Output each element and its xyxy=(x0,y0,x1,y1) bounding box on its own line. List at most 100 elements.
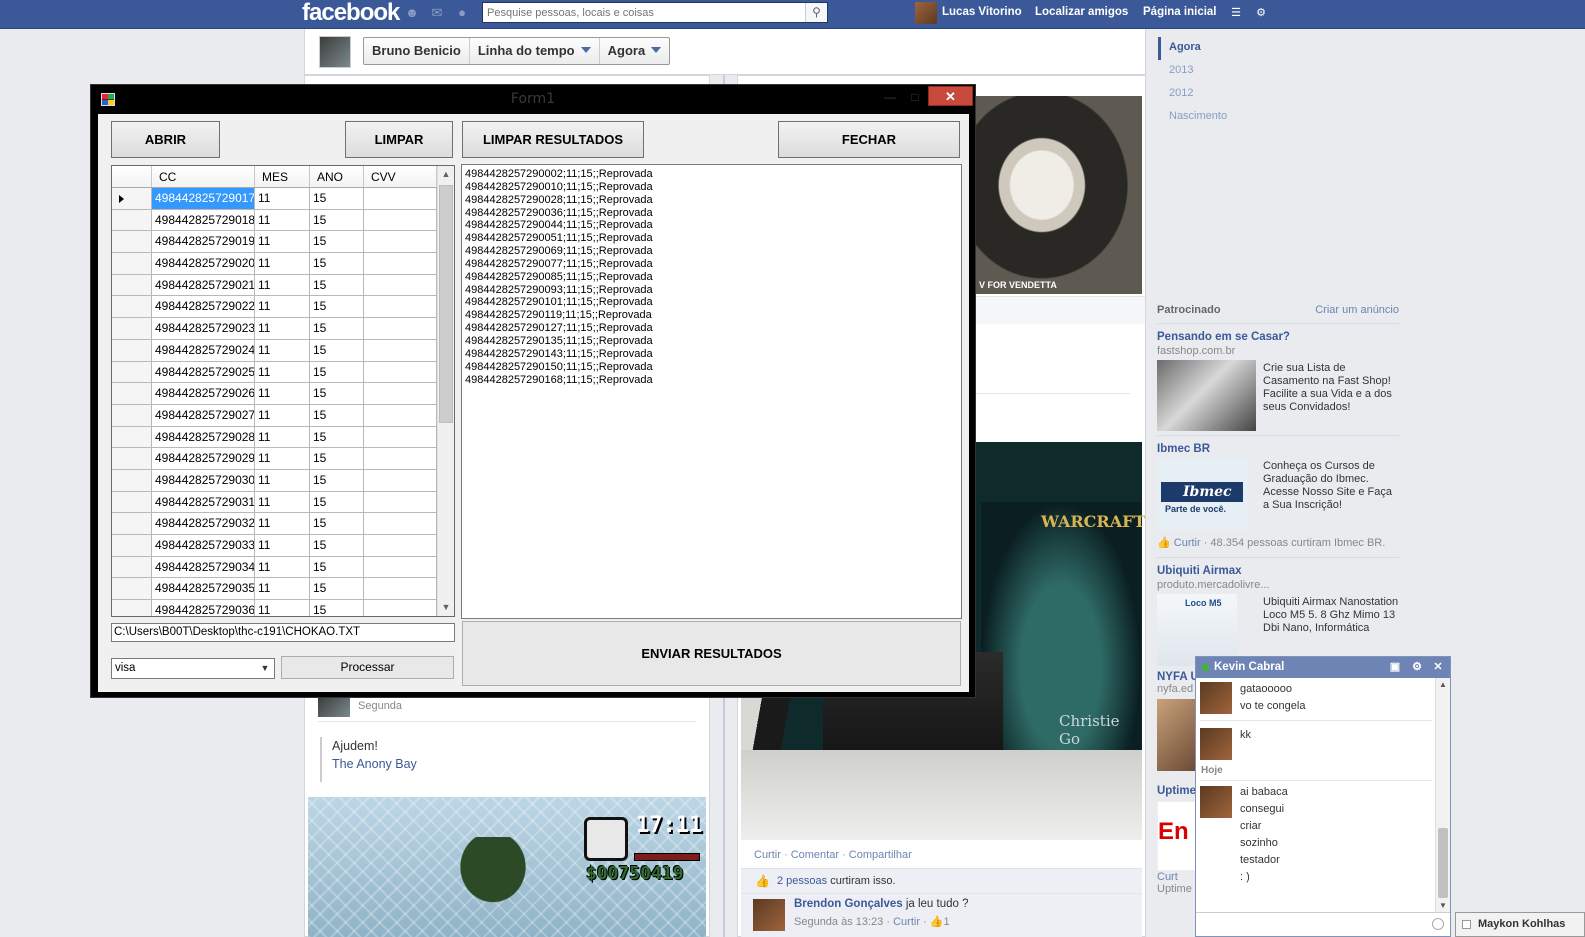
column-header-cc[interactable]: CC xyxy=(152,166,255,187)
row-header[interactable] xyxy=(112,339,152,362)
user-name-link[interactable]: Lucas Vitorino xyxy=(942,0,1022,27)
cell-cc[interactable]: 4984428257290366 xyxy=(152,600,255,616)
cell-cvv[interactable] xyxy=(364,296,437,319)
cell-cvv[interactable] xyxy=(364,600,437,616)
cell-mes[interactable]: 11 xyxy=(255,361,310,384)
search-input[interactable] xyxy=(483,3,803,22)
chat-tab-minimized[interactable]: Maykon Kohlhas xyxy=(1455,912,1585,937)
table-row[interactable]: 4984428257290358 11 15 xyxy=(112,578,437,601)
table-row[interactable]: 4984428257290309 11 15 xyxy=(112,469,437,492)
cell-mes[interactable]: 11 xyxy=(255,231,310,254)
row-header[interactable] xyxy=(112,253,152,275)
ad-ibmec[interactable]: Ibmec BR Ibmec Parte de você. Conheça os… xyxy=(1157,435,1399,553)
table-row[interactable]: 4984428257290192 11 15 xyxy=(112,231,437,254)
row-header[interactable] xyxy=(112,578,152,601)
cell-cc[interactable]: 4984428257290283 xyxy=(152,426,255,449)
scrubber-item-2012[interactable]: 2012 xyxy=(1158,83,1258,106)
cell-ano[interactable]: 15 xyxy=(310,491,364,514)
column-header-ano[interactable]: ANO xyxy=(310,166,364,187)
cell-mes[interactable]: 11 xyxy=(255,556,310,579)
cell-ano[interactable]: 15 xyxy=(310,188,364,210)
scroll-down-icon[interactable]: ▼ xyxy=(1436,899,1450,913)
row-header[interactable] xyxy=(112,600,152,616)
cell-ano[interactable]: 15 xyxy=(310,578,364,601)
chat-avatar[interactable] xyxy=(1200,728,1232,760)
table-row[interactable]: 4984428257290325 11 15 xyxy=(112,513,437,535)
cell-cvv[interactable] xyxy=(364,469,437,492)
profile-name-button[interactable]: Bruno Benicio xyxy=(364,38,470,64)
cell-cc[interactable]: 4984428257290192 xyxy=(152,231,255,254)
table-row[interactable]: 4984428257290234 11 15 xyxy=(112,318,437,340)
cell-cvv[interactable] xyxy=(364,578,437,601)
table-row[interactable]: 4984428257290226 11 15 xyxy=(112,296,437,319)
column-header-mes[interactable]: MES xyxy=(255,166,310,187)
table-row[interactable]: 4984428257290341 11 15 xyxy=(112,556,437,579)
cell-cvv[interactable] xyxy=(364,188,437,210)
cell-ano[interactable]: 15 xyxy=(310,383,364,405)
table-row[interactable]: 4984428257290283 11 15 xyxy=(112,426,437,449)
cell-ano[interactable]: 15 xyxy=(310,426,364,449)
grid-scrollbar[interactable]: ▲ ▼ xyxy=(437,166,454,616)
row-header[interactable] xyxy=(112,404,152,427)
row-header[interactable] xyxy=(112,556,152,579)
cell-cc[interactable]: 4984428257290259 xyxy=(152,361,255,384)
row-header[interactable] xyxy=(112,296,152,319)
cell-cc[interactable]: 4984428257290309 xyxy=(152,469,255,492)
cell-ano[interactable]: 15 xyxy=(310,274,364,297)
chevron-down-icon[interactable]: ▼ xyxy=(258,661,272,676)
cell-mes[interactable]: 11 xyxy=(255,426,310,449)
cell-cvv[interactable] xyxy=(364,253,437,275)
cell-mes[interactable]: 11 xyxy=(255,578,310,601)
row-header[interactable] xyxy=(112,426,152,449)
scroll-thumb[interactable] xyxy=(1438,828,1448,898)
cell-mes[interactable]: 11 xyxy=(255,600,310,616)
window-titlebar[interactable]: Form1 — □ ✕ xyxy=(91,85,975,112)
ad-partial-uptime[interactable]: Uptime En Curt Uptime xyxy=(1157,785,1197,895)
cell-mes[interactable]: 11 xyxy=(255,469,310,492)
cell-cvv[interactable] xyxy=(364,404,437,427)
table-row[interactable]: 4984428257290242 11 15 xyxy=(112,339,437,362)
cell-cvv[interactable] xyxy=(364,318,437,340)
table-row[interactable]: 4984428257290176 11 15 xyxy=(112,188,437,210)
row-header[interactable] xyxy=(112,188,152,210)
cell-cvv[interactable] xyxy=(364,513,437,535)
share-link[interactable]: Compartilhar xyxy=(849,849,912,861)
row-header[interactable] xyxy=(112,231,152,254)
row-header[interactable] xyxy=(112,535,152,557)
cell-mes[interactable]: 11 xyxy=(255,209,310,232)
cell-mes[interactable]: 11 xyxy=(255,404,310,427)
minimize-icon[interactable]: — xyxy=(877,88,903,106)
cell-ano[interactable]: 15 xyxy=(310,209,364,232)
maximize-icon[interactable]: □ xyxy=(902,88,928,106)
table-row[interactable]: 4984428257290275 11 15 xyxy=(112,404,437,427)
scrubber-item-now[interactable]: Agora xyxy=(1158,37,1258,60)
ad-ibmec-image[interactable]: Ibmec Parte de você. xyxy=(1157,458,1247,530)
clear-button[interactable]: LIMPAR xyxy=(345,121,453,158)
cell-mes[interactable]: 11 xyxy=(255,296,310,319)
cell-cc[interactable]: 4984428257290341 xyxy=(152,556,255,579)
row-header[interactable] xyxy=(112,318,152,340)
cell-cvv[interactable] xyxy=(364,209,437,232)
search-icon[interactable]: ⚲ xyxy=(805,3,827,22)
cell-ano[interactable]: 15 xyxy=(310,404,364,427)
process-button[interactable]: Processar xyxy=(281,656,454,679)
row-header[interactable] xyxy=(112,274,152,297)
table-row[interactable]: 4984428257290218 11 15 xyxy=(112,274,437,297)
results-textbox[interactable]: 4984428257290002;11;15;;Reprovada 4984428… xyxy=(461,164,962,619)
send-results-button[interactable]: ENVIAR RESULTADOS xyxy=(462,621,961,686)
cell-ano[interactable]: 15 xyxy=(310,339,364,362)
cell-ano[interactable]: 15 xyxy=(310,253,364,275)
chat-header[interactable]: Kevin Cabral ▣ ⚙ ✕ xyxy=(1196,657,1450,678)
cell-ano[interactable]: 15 xyxy=(310,535,364,557)
notifications-globe-icon[interactable]: ● xyxy=(454,5,470,21)
emoticon-icon[interactable] xyxy=(1432,918,1444,930)
now-menu-button[interactable]: Agora xyxy=(600,38,670,64)
post-day[interactable]: Segunda xyxy=(358,700,402,712)
cell-ano[interactable]: 15 xyxy=(310,231,364,254)
row-header[interactable] xyxy=(112,491,152,514)
commenter-name[interactable]: Brendon Gonçalves xyxy=(794,898,903,910)
home-link[interactable]: Página inicial xyxy=(1143,0,1217,27)
cell-cvv[interactable] xyxy=(364,339,437,362)
cell-ano[interactable]: 15 xyxy=(310,318,364,340)
facebook-logo[interactable]: facebook xyxy=(302,0,400,28)
